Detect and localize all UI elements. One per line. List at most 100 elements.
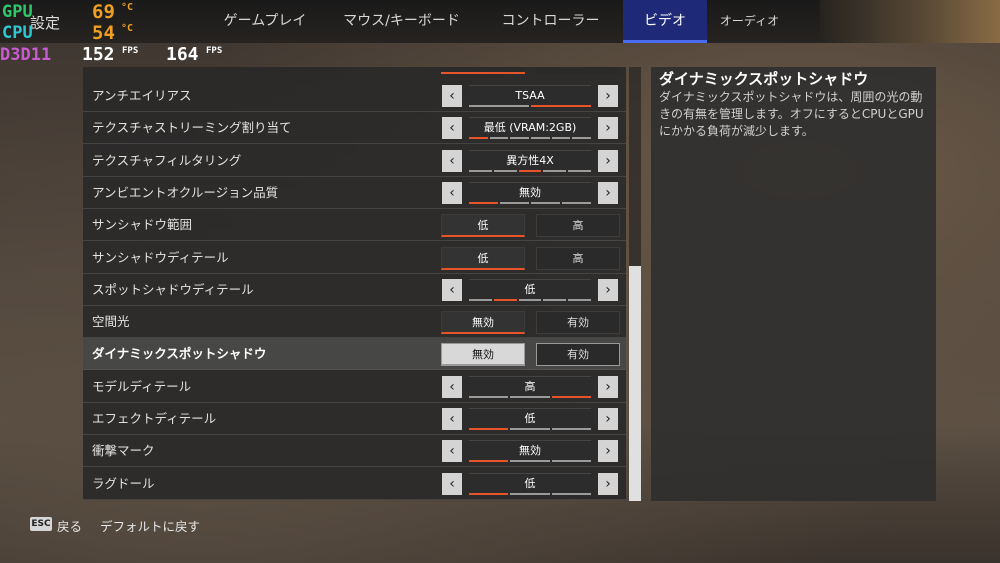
osd-cpu-temp: 54: [92, 22, 115, 44]
level-segment: [510, 137, 530, 140]
setting-row[interactable]: スポットシャドウディテール ‹ 低 ›: [83, 274, 626, 306]
option-selector[interactable]: TSAA: [469, 85, 591, 107]
chevron-left-icon[interactable]: ‹: [442, 85, 462, 107]
tab-video[interactable]: ビデオ: [623, 0, 707, 43]
level-segment: [469, 137, 488, 140]
level-segment: [469, 201, 498, 204]
setting-label: サンシャドウディテール: [92, 249, 229, 265]
option-selector[interactable]: 低: [469, 408, 591, 430]
top-bar-decoration: [820, 0, 1000, 43]
osd-fps-unit: FPS: [206, 46, 223, 56]
toggle-option[interactable]: [441, 67, 525, 74]
tab-audio[interactable]: オーディオ: [707, 0, 792, 43]
chevron-right-icon[interactable]: ›: [598, 408, 618, 430]
level-indicator: [469, 169, 591, 172]
level-indicator: [469, 105, 591, 107]
toggle-option[interactable]: 高: [536, 214, 620, 238]
level-segment: [469, 460, 509, 463]
chevron-left-icon[interactable]: ‹: [442, 472, 462, 495]
description-panel: ダイナミックスポットシャドウ ダイナミックスポットシャドウは、周囲の光の動きの有…: [651, 67, 936, 501]
reset-defaults-button[interactable]: デフォルトに戻す: [100, 516, 200, 535]
level-indicator: [469, 137, 592, 140]
chevron-left-icon[interactable]: ‹: [442, 117, 462, 140]
osd-cpu-label: CPU: [2, 23, 33, 43]
level-indicator: [469, 492, 591, 495]
level-segment: [568, 298, 591, 301]
level-segment: [531, 201, 560, 204]
level-indicator: [469, 395, 591, 398]
level-segment: [489, 137, 509, 140]
chevron-right-icon[interactable]: ›: [598, 85, 618, 107]
setting-label: ラグドール: [92, 475, 155, 491]
setting-row[interactable]: サンシャドウディテール 低高: [83, 242, 626, 274]
setting-row[interactable]: テクスチャフィルタリング ‹ 異方性4X ›: [83, 145, 626, 177]
osd-gpu-label: GPU: [2, 2, 33, 22]
selector-value: 低: [524, 412, 536, 425]
chevron-right-icon[interactable]: ›: [598, 375, 618, 398]
toggle-option[interactable]: 無効: [441, 311, 525, 335]
option-selector[interactable]: 最低 (VRAM:2GB): [469, 117, 592, 140]
partial-row: [83, 67, 626, 77]
osd-cpu-temp-unit: °C: [121, 23, 134, 34]
setting-row[interactable]: テクスチャストリーミング割り当て ‹ 最低 (VRAM:2GB) ›: [83, 112, 626, 145]
level-segment: [510, 492, 550, 495]
option-selector[interactable]: 無効: [469, 181, 591, 204]
setting-label: スポットシャドウディテール: [92, 281, 254, 297]
back-button[interactable]: 戻る: [57, 516, 82, 535]
toggle-option[interactable]: 有効: [536, 311, 620, 335]
option-selector[interactable]: 異方性4X: [469, 149, 591, 172]
setting-row[interactable]: ラグドール ‹ 低 ›: [83, 468, 626, 500]
toggle-option[interactable]: 高: [536, 246, 620, 270]
setting-row[interactable]: 空間光 無効 有効: [83, 306, 626, 339]
level-segment: [510, 460, 550, 463]
setting-label: サンシャドウ範囲: [92, 217, 193, 233]
osd-api: D3D11: [0, 45, 52, 65]
tab-gameplay[interactable]: ゲームプレイ: [205, 0, 325, 43]
chevron-right-icon[interactable]: ›: [598, 472, 618, 495]
tab-mouse-keyboard[interactable]: マウス/キーボード: [325, 0, 478, 43]
chevron-left-icon[interactable]: ‹: [442, 408, 462, 430]
esc-key-icon[interactable]: ESC: [30, 517, 52, 531]
setting-row[interactable]: アンチエイリアス ‹ TSAA ›: [83, 80, 626, 112]
setting-row[interactable]: モデルディテール ‹ 高 ›: [83, 371, 626, 403]
toggle-option[interactable]: 有効: [536, 343, 620, 367]
setting-row[interactable]: サンシャドウ範囲 低高: [83, 209, 626, 242]
chevron-left-icon[interactable]: ‹: [442, 375, 462, 398]
level-segment: [510, 428, 550, 430]
tab-controller[interactable]: コントローラー: [478, 0, 623, 43]
toggle-option[interactable]: [536, 67, 620, 74]
toggle-option[interactable]: 低: [441, 246, 525, 270]
setting-label: エフェクトディテール: [92, 411, 217, 426]
level-segment: [493, 298, 517, 301]
scrollbar-thumb[interactable]: [629, 266, 641, 501]
chevron-right-icon[interactable]: ›: [598, 149, 618, 172]
chevron-left-icon[interactable]: ‹: [442, 440, 462, 463]
setting-row[interactable]: ダイナミックスポットシャドウ 無効 有効: [83, 338, 626, 371]
chevron-right-icon[interactable]: ›: [598, 117, 618, 140]
level-segment: [551, 460, 591, 463]
toggle-option[interactable]: 無効: [441, 343, 525, 367]
toggle-option[interactable]: 低: [441, 214, 525, 238]
option-selector[interactable]: 低: [469, 472, 591, 495]
chevron-left-icon[interactable]: ‹: [442, 149, 462, 172]
level-segment: [562, 201, 591, 204]
setting-row[interactable]: エフェクトディテール ‹ 低 ›: [83, 403, 626, 435]
selector-value: 異方性4X: [506, 153, 554, 167]
option-selector[interactable]: 無効: [469, 440, 591, 463]
chevron-left-icon[interactable]: ‹: [442, 278, 462, 301]
level-segment: [469, 105, 529, 107]
level-segment: [551, 428, 591, 430]
chevron-right-icon[interactable]: ›: [598, 440, 618, 463]
setting-row[interactable]: 衝撃マーク ‹ 無効 ›: [83, 435, 626, 468]
chevron-right-icon[interactable]: ›: [598, 278, 618, 301]
level-segment: [551, 137, 571, 140]
level-segment: [469, 428, 509, 430]
option-selector[interactable]: 低: [469, 278, 591, 301]
option-selector[interactable]: 高: [469, 375, 591, 398]
level-segment: [493, 169, 517, 172]
setting-row[interactable]: アンビエントオクルージョン品質 ‹ 無効 ›: [83, 177, 626, 209]
settings-list: アンチエイリアス ‹ TSAA › テクスチャストリーミング割り当て ‹ 最低 (VRAM:…: [83, 67, 626, 500]
chevron-right-icon[interactable]: ›: [598, 181, 618, 204]
chevron-left-icon[interactable]: ‹: [442, 181, 462, 204]
level-indicator: [469, 201, 591, 204]
